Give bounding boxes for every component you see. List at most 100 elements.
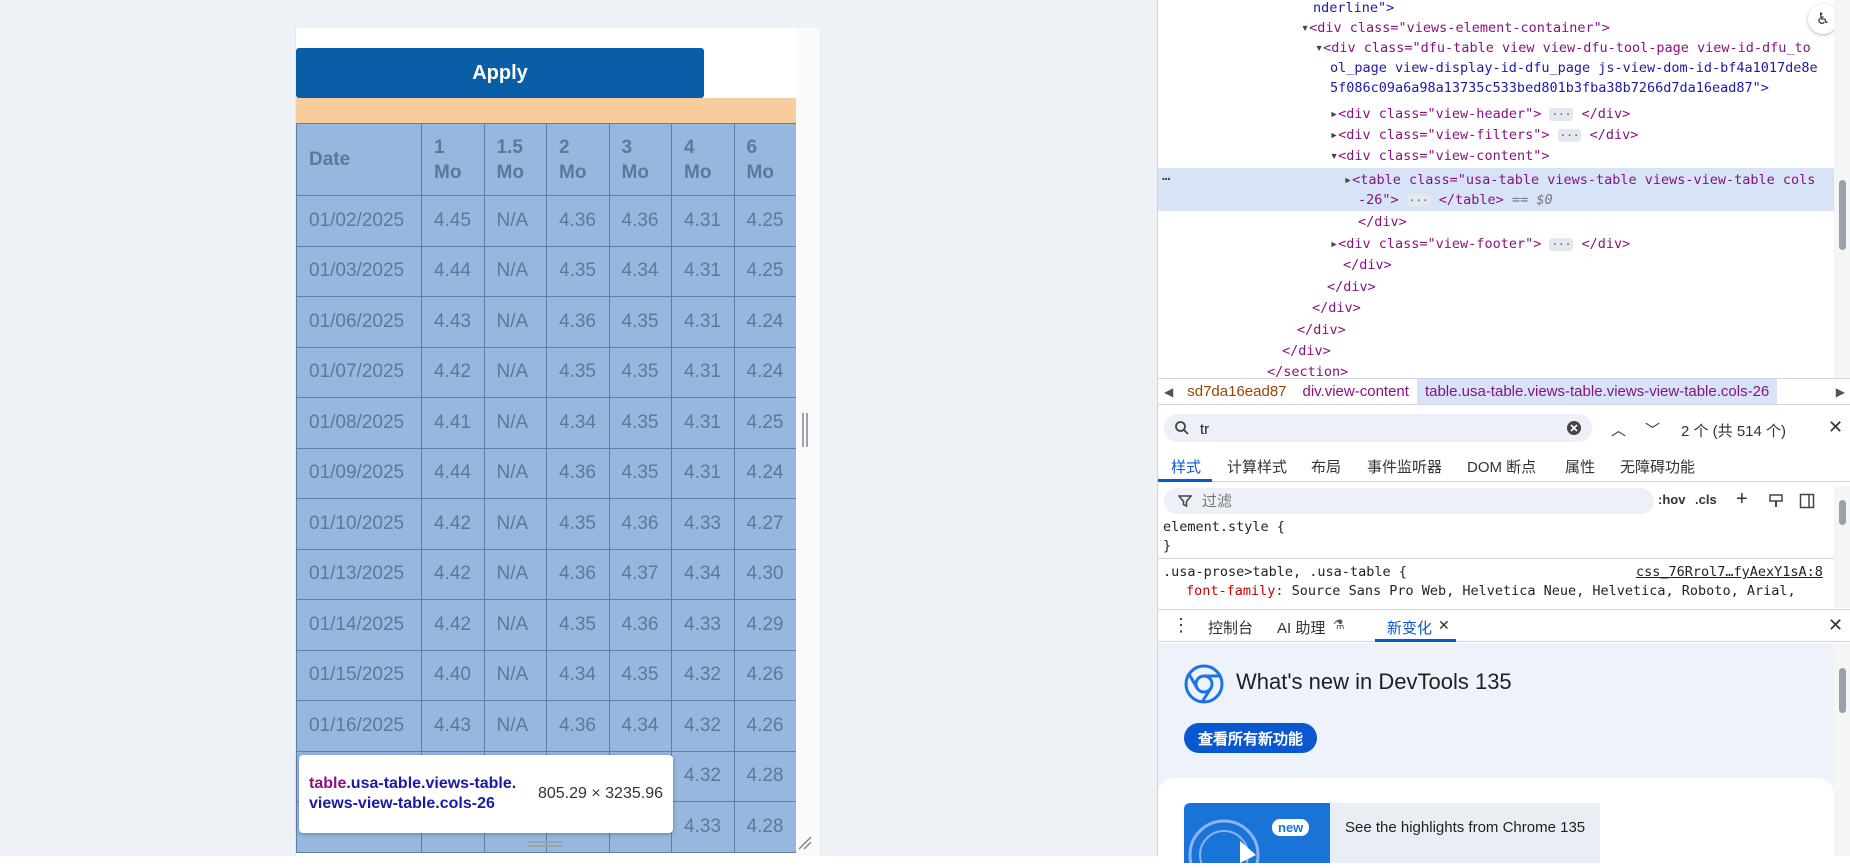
drawer-tab-whats-new[interactable]: 新变化: [1387, 617, 1432, 638]
tab-properties[interactable]: 属性: [1565, 456, 1595, 477]
paint-brush-icon[interactable]: [1768, 493, 1784, 509]
toggle-sidebar-icon[interactable]: [1799, 493, 1815, 509]
dom-line[interactable]: </div>: [1282, 341, 1331, 361]
breadcrumb-scroll-left-icon[interactable]: ◀: [1158, 385, 1179, 399]
resize-corner-icon[interactable]: [797, 835, 813, 851]
see-all-features-button[interactable]: 查看所有新功能: [1184, 723, 1318, 753]
css-property-name[interactable]: font-family: [1186, 583, 1275, 599]
close-tab-icon[interactable]: ✕: [1438, 617, 1450, 634]
styles-tab-bar: 样式 计算样式 布局 事件监听器 DOM 断点 属性 无障碍功能: [1158, 452, 1850, 482]
expand-triangle-icon[interactable]: ▸: [1330, 127, 1338, 143]
dom-tree-scrollbar[interactable]: [1834, 0, 1850, 378]
dom-line[interactable]: </div>: [1297, 320, 1346, 340]
dom-line-selected[interactable]: ▸<table class="usa-table views-table vie…: [1344, 170, 1815, 190]
dom-line-selected[interactable]: -26"> ··· </table> == $0: [1358, 190, 1553, 210]
hover-state-toggle[interactable]: :hov: [1658, 492, 1685, 507]
drawer-tab-ai-assistant[interactable]: AI 助理: [1277, 617, 1325, 638]
ellipsis-badge[interactable]: ···: [1549, 238, 1574, 251]
search-input[interactable]: [1200, 419, 1500, 439]
dom-line[interactable]: ▾<div class="views-element-container">: [1301, 18, 1610, 38]
dom-line[interactable]: ▸<div class="view-filters"> ··· </div>: [1330, 125, 1638, 145]
close-search-icon[interactable]: ✕: [1828, 417, 1843, 438]
filter-input[interactable]: [1202, 492, 1502, 510]
rate-cell: 4.25: [733, 245, 796, 297]
search-box[interactable]: [1164, 414, 1592, 442]
collapse-triangle-icon[interactable]: ▾: [1330, 148, 1338, 164]
filter-box[interactable]: [1164, 488, 1654, 514]
rate-cell: N/A: [483, 548, 547, 600]
rate-cell: 4.24: [733, 447, 796, 499]
styles-scrollbar[interactable]: [1834, 486, 1850, 608]
drawer-tab-console[interactable]: 控制台: [1208, 617, 1253, 638]
apply-button[interactable]: Apply: [296, 48, 704, 98]
ellipsis-badge[interactable]: ···: [1557, 129, 1582, 142]
scrollbar-thumb[interactable]: [1839, 500, 1846, 525]
collapse-triangle-icon[interactable]: ▾: [1315, 40, 1323, 56]
rate-cell: 4.31: [671, 447, 735, 499]
add-rule-icon[interactable]: +: [1736, 488, 1748, 511]
element-style-close: }: [1163, 538, 1172, 554]
breadcrumb-item-current[interactable]: table.usa-table.views-table.views-view-t…: [1416, 379, 1778, 404]
dom-line[interactable]: </div>: [1358, 212, 1407, 232]
element-style-rule[interactable]: element.style {: [1163, 518, 1285, 537]
dom-line[interactable]: ▸<div class="view-header"> ··· </div>: [1330, 104, 1630, 124]
css-source-link[interactable]: css_76Rrol7…fyAexY1sA:8: [1636, 563, 1823, 582]
css-property-value[interactable]: Source Sans Pro Web, Helvetica Neue, Hel…: [1292, 583, 1796, 599]
scrollbar-thumb[interactable]: [1839, 180, 1846, 250]
more-options-icon[interactable]: …: [1162, 168, 1170, 184]
dom-line[interactable]: </div>: [1343, 255, 1392, 275]
breadcrumb-item[interactable]: div.view-content: [1295, 379, 1417, 404]
tab-dom-breakpoints[interactable]: DOM 断点: [1467, 456, 1536, 477]
expand-triangle-icon[interactable]: ▸: [1330, 236, 1338, 252]
clear-search-icon[interactable]: [1566, 420, 1582, 436]
css-rule-selector[interactable]: .usa-prose>table, .usa-table {: [1163, 563, 1407, 582]
tab-accessibility[interactable]: 无障碍功能: [1620, 456, 1695, 477]
tab-event-listeners[interactable]: 事件监听器: [1367, 456, 1442, 477]
css-property[interactable]: font-family: Source Sans Pro Web, Helvet…: [1186, 582, 1796, 601]
tab-layout[interactable]: 布局: [1311, 456, 1341, 477]
expand-triangle-icon[interactable]: ▸: [1330, 106, 1338, 122]
dom-line[interactable]: ▸<div class="view-footer"> ··· </div>: [1330, 234, 1630, 254]
rate-cell: 4.35: [608, 296, 672, 348]
breadcrumb-scroll-right-icon[interactable]: ▶: [1830, 385, 1850, 399]
ellipsis-badge[interactable]: ···: [1406, 194, 1431, 207]
rate-cell: N/A: [483, 649, 547, 701]
dom-line[interactable]: ol_page view-display-id-dfu_page js-view…: [1330, 58, 1818, 78]
table-row: 01/02/2025 4.45 N/A 4.36 4.36 4.31 4.25: [296, 195, 796, 247]
tab-styles[interactable]: 样式: [1171, 456, 1201, 477]
column-header: 6 Mo: [733, 123, 796, 196]
rate-cell: 4.44: [421, 245, 485, 297]
rate-cell: 4.35: [546, 346, 610, 398]
scrollbar-thumb[interactable]: [1839, 668, 1846, 713]
resize-handle-bottom[interactable]: [528, 841, 562, 847]
drawer-menu-icon[interactable]: ⋮: [1172, 615, 1190, 636]
dom-search-bar: ︿ ﹀ 2 个 (共 514 个) ✕: [1158, 412, 1850, 444]
close-drawer-icon[interactable]: ✕: [1828, 615, 1843, 636]
dom-line[interactable]: ▾<div class="view-content">: [1330, 146, 1549, 166]
rate-cell: 4.36: [608, 599, 672, 651]
class-toggle[interactable]: .cls: [1695, 492, 1717, 507]
resize-handle-right[interactable]: [802, 413, 808, 447]
highlight-padding-strip: [296, 98, 796, 123]
dom-line[interactable]: ▾<div class="dfu-table view view-dfu-too…: [1315, 38, 1811, 58]
drawer-scrollbar[interactable]: [1834, 643, 1850, 856]
highlights-link[interactable]: See the highlights from Chrome 135: [1345, 819, 1585, 836]
ellipsis-badge[interactable]: ···: [1549, 108, 1574, 121]
dom-line[interactable]: </div>: [1327, 277, 1376, 297]
expand-triangle-icon[interactable]: ▸: [1344, 172, 1352, 188]
column-header-date: Date: [296, 123, 422, 196]
dom-line[interactable]: </section>: [1267, 362, 1348, 378]
element-inspect-tooltip: table.usa-table.views-table.views-view-t…: [299, 755, 673, 833]
rate-cell: 4.34: [608, 700, 672, 752]
collapse-triangle-icon[interactable]: ▾: [1301, 20, 1309, 36]
breadcrumb: ◀ sd7da16ead87 div.view-content table.us…: [1158, 378, 1850, 405]
search-next-icon[interactable]: ﹀: [1645, 419, 1660, 440]
highlights-thumbnail: [1184, 803, 1330, 863]
breadcrumb-item[interactable]: sd7da16ead87: [1179, 379, 1294, 404]
dom-line[interactable]: </div>: [1312, 298, 1361, 318]
tab-computed[interactable]: 计算样式: [1227, 456, 1287, 477]
search-prev-icon[interactable]: ︿: [1611, 419, 1626, 440]
dom-line[interactable]: nderline">: [1313, 0, 1394, 18]
accessibility-icon[interactable]: ♿: [1808, 4, 1834, 34]
dom-line[interactable]: 5f086c09a6a98a13735c533bed801b3fba38b726…: [1330, 78, 1769, 98]
